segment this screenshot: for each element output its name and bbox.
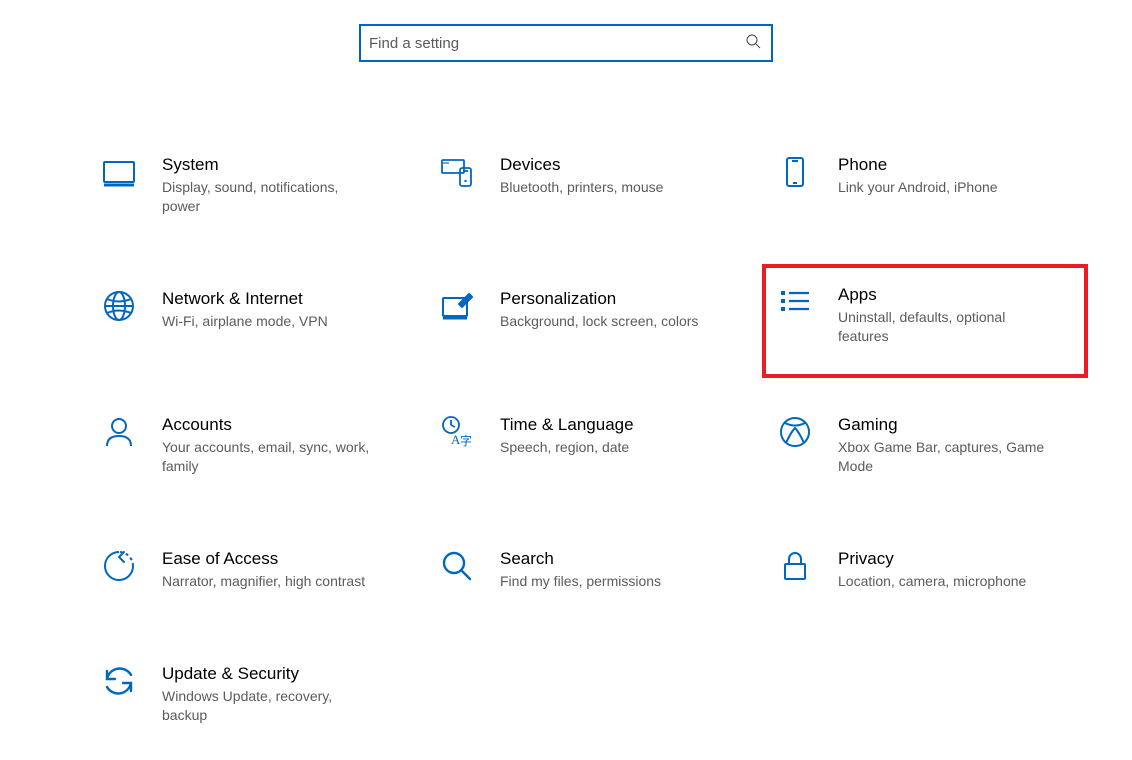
tile-update-security[interactable]: Update & Security Windows Update, recove… [98,659,398,729]
tile-desc: Windows Update, recovery, backup [162,687,372,725]
tile-title: Gaming [838,414,1048,436]
xbox-icon [774,414,816,456]
sync-icon [98,663,140,705]
tile-gaming[interactable]: Gaming Xbox Game Bar, captures, Game Mod… [774,410,1074,480]
ease-of-access-icon [98,548,140,590]
tile-desc: Wi-Fi, airplane mode, VPN [162,312,328,331]
tile-desc: Bluetooth, printers, mouse [500,178,663,197]
tile-desc: Find my files, permissions [500,572,661,591]
phone-icon [774,154,816,196]
magnifier-icon [436,548,478,590]
search-container [0,24,1132,62]
tile-ease-of-access[interactable]: Ease of Access Narrator, magnifier, high… [98,544,398,595]
settings-grid: System Display, sound, notifications, po… [0,150,1132,729]
tile-privacy[interactable]: Privacy Location, camera, microphone [774,544,1074,595]
tile-accounts[interactable]: Accounts Your accounts, email, sync, wor… [98,410,398,480]
lock-icon [774,548,816,590]
apps-list-icon [774,284,816,326]
tile-desc: Background, lock screen, colors [500,312,698,331]
tile-phone[interactable]: Phone Link your Android, iPhone [774,150,1074,220]
paint-icon [436,288,478,330]
tile-title: Search [500,548,661,570]
devices-icon [436,154,478,196]
tile-title: Time & Language [500,414,634,436]
globe-icon [98,288,140,330]
tile-desc: Narrator, magnifier, high contrast [162,572,365,591]
tile-apps[interactable]: Apps Uninstall, defaults, optional featu… [764,266,1086,376]
tile-time-language[interactable]: A 字 Time & Language Speech, region, date [436,410,736,480]
tile-title: Ease of Access [162,548,365,570]
tile-title: Update & Security [162,663,372,685]
tile-title: Accounts [162,414,372,436]
system-icon [98,154,140,196]
tile-desc: Uninstall, defaults, optional features [838,308,1048,346]
tile-desc: Xbox Game Bar, captures, Game Mode [838,438,1048,476]
tile-title: System [162,154,372,176]
search-icon [745,33,761,54]
tile-title: Phone [838,154,998,176]
tile-title: Devices [500,154,663,176]
tile-search[interactable]: Search Find my files, permissions [436,544,736,595]
tile-title: Privacy [838,548,1026,570]
tile-title: Network & Internet [162,288,328,310]
tile-desc: Display, sound, notifications, power [162,178,372,216]
tile-personalization[interactable]: Personalization Background, lock screen,… [436,284,736,346]
tile-devices[interactable]: Devices Bluetooth, printers, mouse [436,150,736,220]
person-icon [98,414,140,456]
tile-system[interactable]: System Display, sound, notifications, po… [98,150,398,220]
svg-text:字: 字 [460,433,472,448]
tile-desc: Location, camera, microphone [838,572,1026,591]
tile-title: Personalization [500,288,698,310]
tile-network[interactable]: Network & Internet Wi-Fi, airplane mode,… [98,284,398,346]
tile-desc: Speech, region, date [500,438,634,457]
tile-title: Apps [838,284,1048,306]
tile-desc: Link your Android, iPhone [838,178,998,197]
search-box[interactable] [359,24,773,62]
time-language-icon: A 字 [436,414,478,456]
search-input[interactable] [369,35,745,52]
tile-desc: Your accounts, email, sync, work, family [162,438,372,476]
